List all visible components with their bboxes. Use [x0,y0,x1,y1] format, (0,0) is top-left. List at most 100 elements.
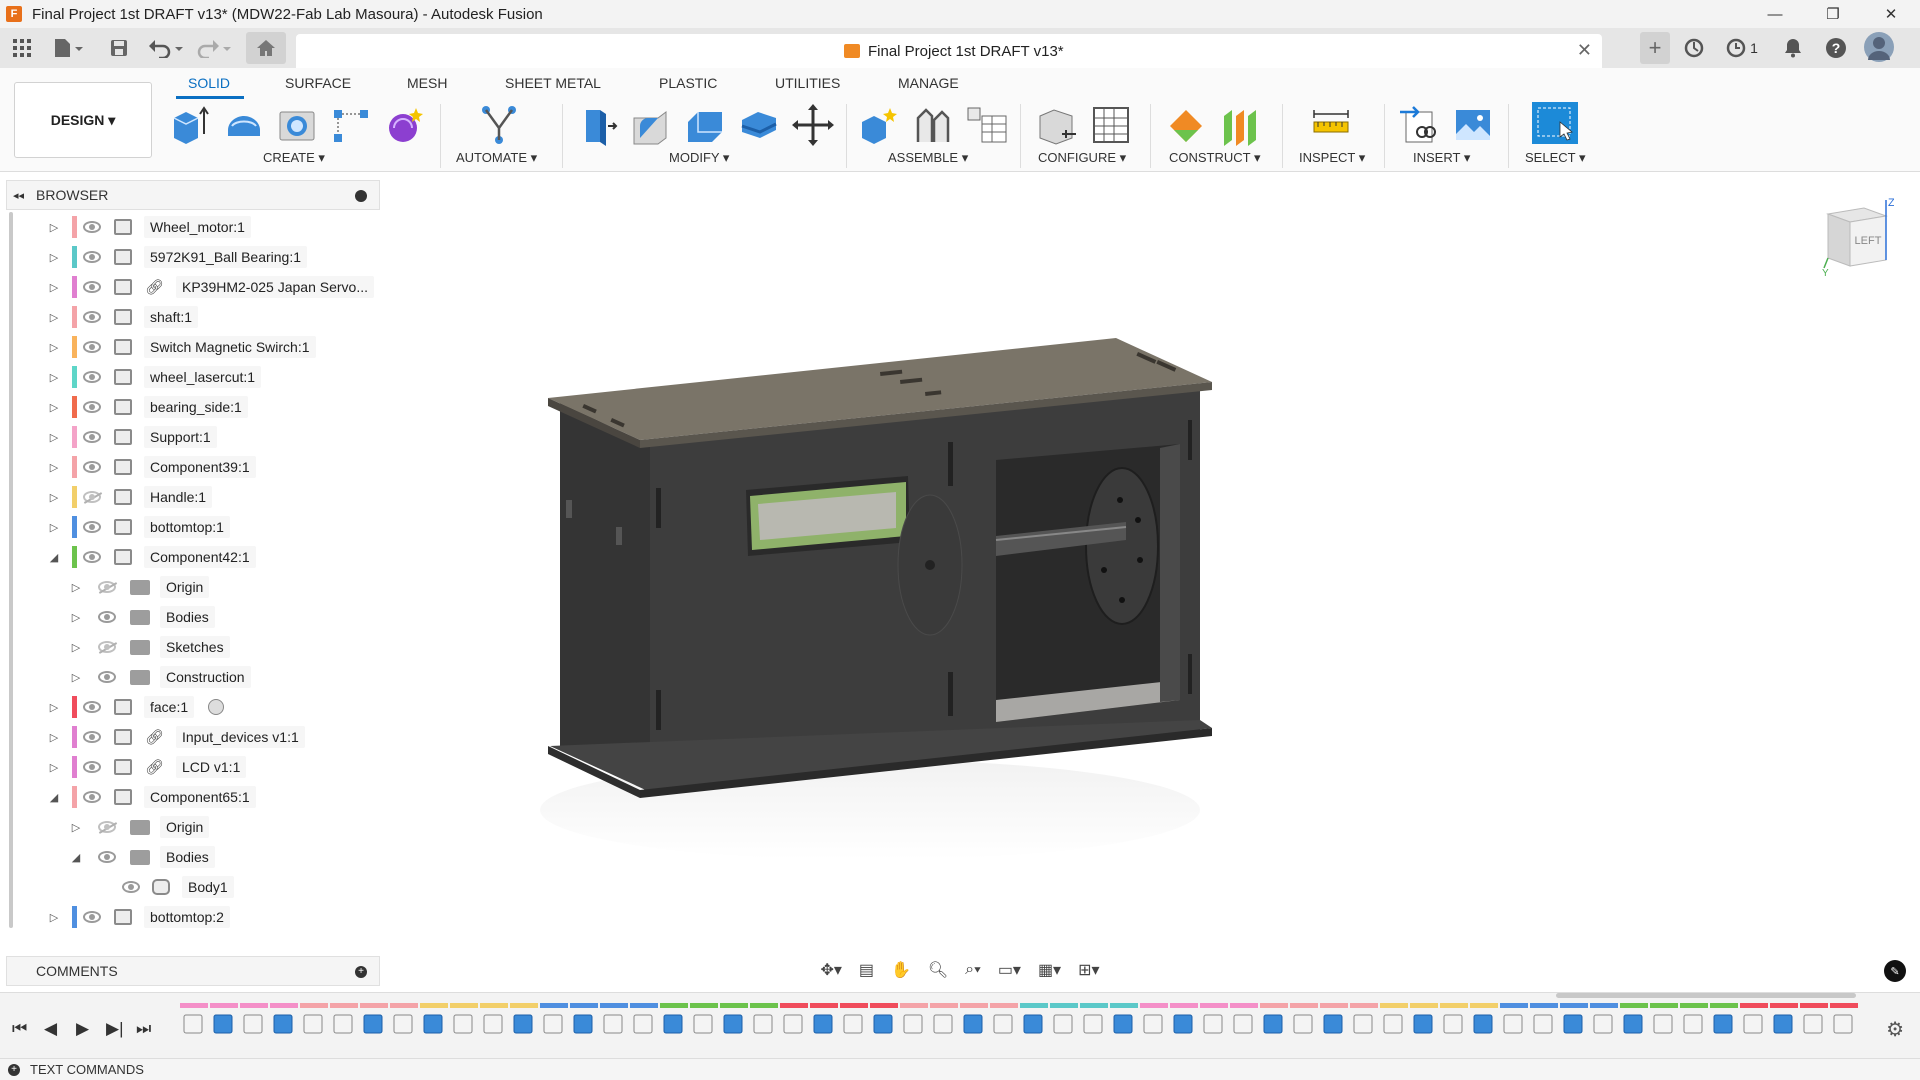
browser-row[interactable]: Body1 [0,874,380,900]
shell-icon[interactable] [738,104,780,146]
browser-row-label[interactable]: Support:1 [144,426,217,448]
expand-toggle-icon[interactable]: ▷ [70,821,82,834]
expand-toggle-icon[interactable]: ▷ [70,611,82,624]
expand-toggle-icon[interactable]: ◢ [48,551,60,564]
tab-utilities[interactable]: UTILITIES [775,75,840,91]
visibility-eye-icon[interactable] [83,371,101,383]
construct-group-label[interactable]: CONSTRUCT ▾ [1169,150,1261,166]
pan-hand-icon[interactable]: ✋ [891,960,911,980]
browser-row-label[interactable]: Handle:1 [144,486,213,508]
timeline-settings-gear-icon[interactable]: ⚙ [1886,1017,1904,1042]
timeline-feature[interactable] [1803,1014,1823,1034]
timeline-feature[interactable] [873,1014,893,1034]
timeline-feature[interactable] [1443,1014,1463,1034]
expand-toggle-icon[interactable]: ▷ [70,671,82,684]
visibility-eye-icon[interactable] [98,581,116,593]
timeline-feature[interactable] [513,1014,533,1034]
browser-row[interactable]: ▷ Origin [0,574,380,600]
timeline-feature[interactable] [1743,1014,1763,1034]
expand-toggle-icon[interactable]: ▷ [48,401,60,414]
visibility-eye-icon[interactable] [83,701,101,713]
browser-row[interactable]: ▷ bottomtop:1 [0,514,380,540]
expand-toggle-icon[interactable]: ▷ [48,521,60,534]
browser-row-label[interactable]: bottomtop:2 [144,906,230,928]
timeline-feature[interactable] [453,1014,473,1034]
job-status-icon[interactable]: 1 [1720,36,1764,60]
browser-row[interactable]: ▷ wheel_lasercut:1 [0,364,380,390]
browser-row[interactable]: ▷ Component39:1 [0,454,380,480]
browser-row-label[interactable]: LCD v1:1 [176,756,247,778]
visibility-eye-icon[interactable] [98,641,116,653]
expand-toggle-icon[interactable]: ▷ [48,311,60,324]
browser-row-label[interactable]: Switch Magnetic Swirch:1 [144,336,316,358]
visibility-eye-icon[interactable] [83,761,101,773]
visibility-eye-icon[interactable] [83,551,101,563]
select-group-label[interactable]: SELECT ▾ [1525,150,1585,166]
visibility-eye-icon[interactable] [83,461,101,473]
browser-row[interactable]: ▷ 🔗︎ Input_devices v1:1 [0,724,380,750]
timeline-feature[interactable] [1353,1014,1373,1034]
configure-group-label[interactable]: CONFIGURE ▾ [1038,150,1126,166]
browser-row-label[interactable]: Construction [160,666,251,688]
expand-toggle-icon[interactable]: ▷ [48,461,60,474]
tab-plastic[interactable]: PLASTIC [659,75,717,91]
visibility-eye-icon[interactable] [83,521,101,533]
press-pull-icon[interactable] [576,104,618,146]
viewports-icon[interactable]: ⊞▾ [1078,960,1099,980]
visibility-eye-icon[interactable] [83,731,101,743]
browser-row-label[interactable]: Input_devices v1:1 [176,726,305,748]
timeline-feature[interactable] [753,1014,773,1034]
hole-icon[interactable] [276,104,318,146]
visibility-eye-icon[interactable] [83,791,101,803]
expand-toggle-icon[interactable]: ▷ [70,581,82,594]
visibility-eye-icon[interactable] [98,821,116,833]
inspect-group-label[interactable]: INSPECT ▾ [1299,150,1365,166]
timeline-feature[interactable] [483,1014,503,1034]
insert-derive-icon[interactable] [1398,104,1440,146]
new-component-icon[interactable] [858,104,900,146]
visibility-eye-icon[interactable] [98,851,116,863]
timeline-feature[interactable] [1623,1014,1643,1034]
file-menu-icon[interactable] [50,36,86,60]
expand-toggle-icon[interactable]: ▷ [48,281,60,294]
browser-row[interactable]: ▷ Wheel_motor:1 [0,214,380,240]
timeline-feature[interactable] [1473,1014,1493,1034]
browser-row[interactable]: ▷ shaft:1 [0,304,380,330]
browser-row-label[interactable]: Wheel_motor:1 [144,216,251,238]
browser-row-label[interactable]: bottomtop:1 [144,516,230,538]
timeline-feature[interactable] [363,1014,383,1034]
timeline-feature[interactable] [1323,1014,1343,1034]
timeline-feature[interactable] [1833,1014,1853,1034]
help-icon[interactable]: ? [1824,36,1848,60]
timeline-feature[interactable] [1203,1014,1223,1034]
visibility-eye-icon[interactable] [83,491,101,503]
timeline-feature[interactable] [423,1014,443,1034]
timeline-feature[interactable] [1053,1014,1073,1034]
timeline-feature[interactable] [843,1014,863,1034]
timeline-feature[interactable] [723,1014,743,1034]
timeline-feature[interactable] [1083,1014,1103,1034]
assemble-group-label[interactable]: ASSEMBLE ▾ [888,150,968,166]
workspace-switcher-button[interactable]: DESIGN ▾ [14,82,152,158]
timeline-feature[interactable] [1383,1014,1403,1034]
joint-icon[interactable] [912,104,954,146]
timeline-feature[interactable] [333,1014,353,1034]
browser-row[interactable]: ◢ Component65:1 [0,784,380,810]
timeline-feature[interactable] [303,1014,323,1034]
tab-sheet-metal[interactable]: SHEET METAL [505,75,601,91]
timeline-feature[interactable] [693,1014,713,1034]
configuration-table-icon[interactable] [1090,104,1132,146]
timeline-feature[interactable] [1233,1014,1253,1034]
timeline-feature[interactable] [933,1014,953,1034]
minimize-button[interactable]: — [1746,0,1804,28]
modify-group-label[interactable]: MODIFY ▾ [669,150,729,166]
comments-panel-header[interactable]: COMMENTS + [6,956,380,986]
browser-row[interactable]: ◢ Bodies [0,844,380,870]
browser-row-label[interactable]: Origin [160,576,210,598]
timeline-feature[interactable] [1143,1014,1163,1034]
fit-zoom-icon[interactable]: ⌕▾ [965,961,981,979]
new-tab-button[interactable]: + [1640,32,1670,64]
browser-row[interactable]: ▷ Bodies [0,604,380,630]
browser-row[interactable]: ▷ Origin [0,814,380,840]
timeline-feature[interactable] [813,1014,833,1034]
